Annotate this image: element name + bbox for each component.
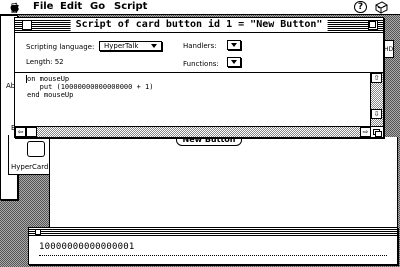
chevron-down-icon — [231, 43, 237, 47]
message-box-titlebar[interactable] — [29, 228, 397, 236]
message-box-text[interactable]: 10000000000000001 — [39, 242, 135, 252]
text-cursor — [26, 75, 27, 83]
scroll-left-arrow-icon[interactable]: ⇦ — [15, 127, 26, 137]
script-window-title: Script of card button id 1 = "New Button… — [70, 19, 328, 31]
vertical-scrollbar[interactable]: ⇧ ⇩ — [370, 72, 383, 129]
grow-box-icon[interactable] — [370, 126, 383, 137]
hypercard-stack-icon[interactable] — [374, 1, 388, 14]
scripting-language-popup[interactable]: HyperTalk — [99, 41, 162, 51]
functions-popup[interactable] — [227, 57, 241, 67]
background-icon-panel: HyperCard — [8, 135, 52, 175]
scripting-language-value: HyperTalk — [104, 42, 139, 50]
code-line[interactable]: put (10000000000000000 + 1) — [27, 83, 154, 91]
menu-go[interactable]: Go — [90, 1, 105, 12]
hypercard-icon[interactable] — [27, 141, 45, 157]
menu-file[interactable]: File — [33, 1, 53, 12]
scroll-thumb[interactable] — [26, 127, 37, 137]
apple-logo-icon[interactable] — [10, 2, 20, 13]
script-length-label: Length: 52 — [26, 58, 64, 66]
code-line[interactable]: end mouseUp — [27, 91, 73, 99]
scroll-track[interactable] — [37, 127, 360, 137]
close-box-icon[interactable] — [22, 20, 32, 30]
hd-label: HD — [384, 46, 394, 53]
script-window-titlebar[interactable]: Script of card button id 1 = "New Button… — [15, 18, 383, 33]
scroll-down-arrow-icon[interactable]: ⇩ — [371, 109, 382, 119]
chevron-down-icon — [231, 60, 237, 64]
background-fragment-hypercard: HyperCard — [11, 163, 49, 171]
script-editor-window[interactable]: Script of card button id 1 = "New Button… — [14, 17, 384, 138]
message-box-underline — [39, 255, 387, 256]
close-box-icon[interactable] — [35, 229, 41, 235]
zoom-box-icon[interactable] — [368, 20, 378, 30]
chevron-down-icon — [151, 44, 157, 48]
scroll-up-arrow-icon[interactable]: ⇧ — [371, 73, 382, 83]
horizontal-scrollbar[interactable]: ⇦ ⇨ — [15, 126, 371, 137]
handlers-popup[interactable] — [227, 40, 241, 50]
script-text-area[interactable]: on mouseUp put (10000000000000000 + 1) e… — [15, 72, 371, 128]
card-window[interactable] — [49, 137, 398, 229]
menu-bar:  File Edit Go Script ? — [0, 0, 400, 15]
code-line[interactable]: on mouseUp — [27, 75, 69, 83]
functions-label: Functions: — [183, 60, 219, 68]
menu-script[interactable]: Script — [114, 1, 147, 12]
message-box[interactable]: 10000000000000001 — [28, 227, 398, 265]
handlers-label: Handlers: — [183, 42, 217, 50]
scripting-language-label: Scripting language: — [26, 43, 95, 51]
help-icon[interactable]: ? — [354, 1, 367, 13]
menu-edit[interactable]: Edit — [60, 1, 82, 12]
